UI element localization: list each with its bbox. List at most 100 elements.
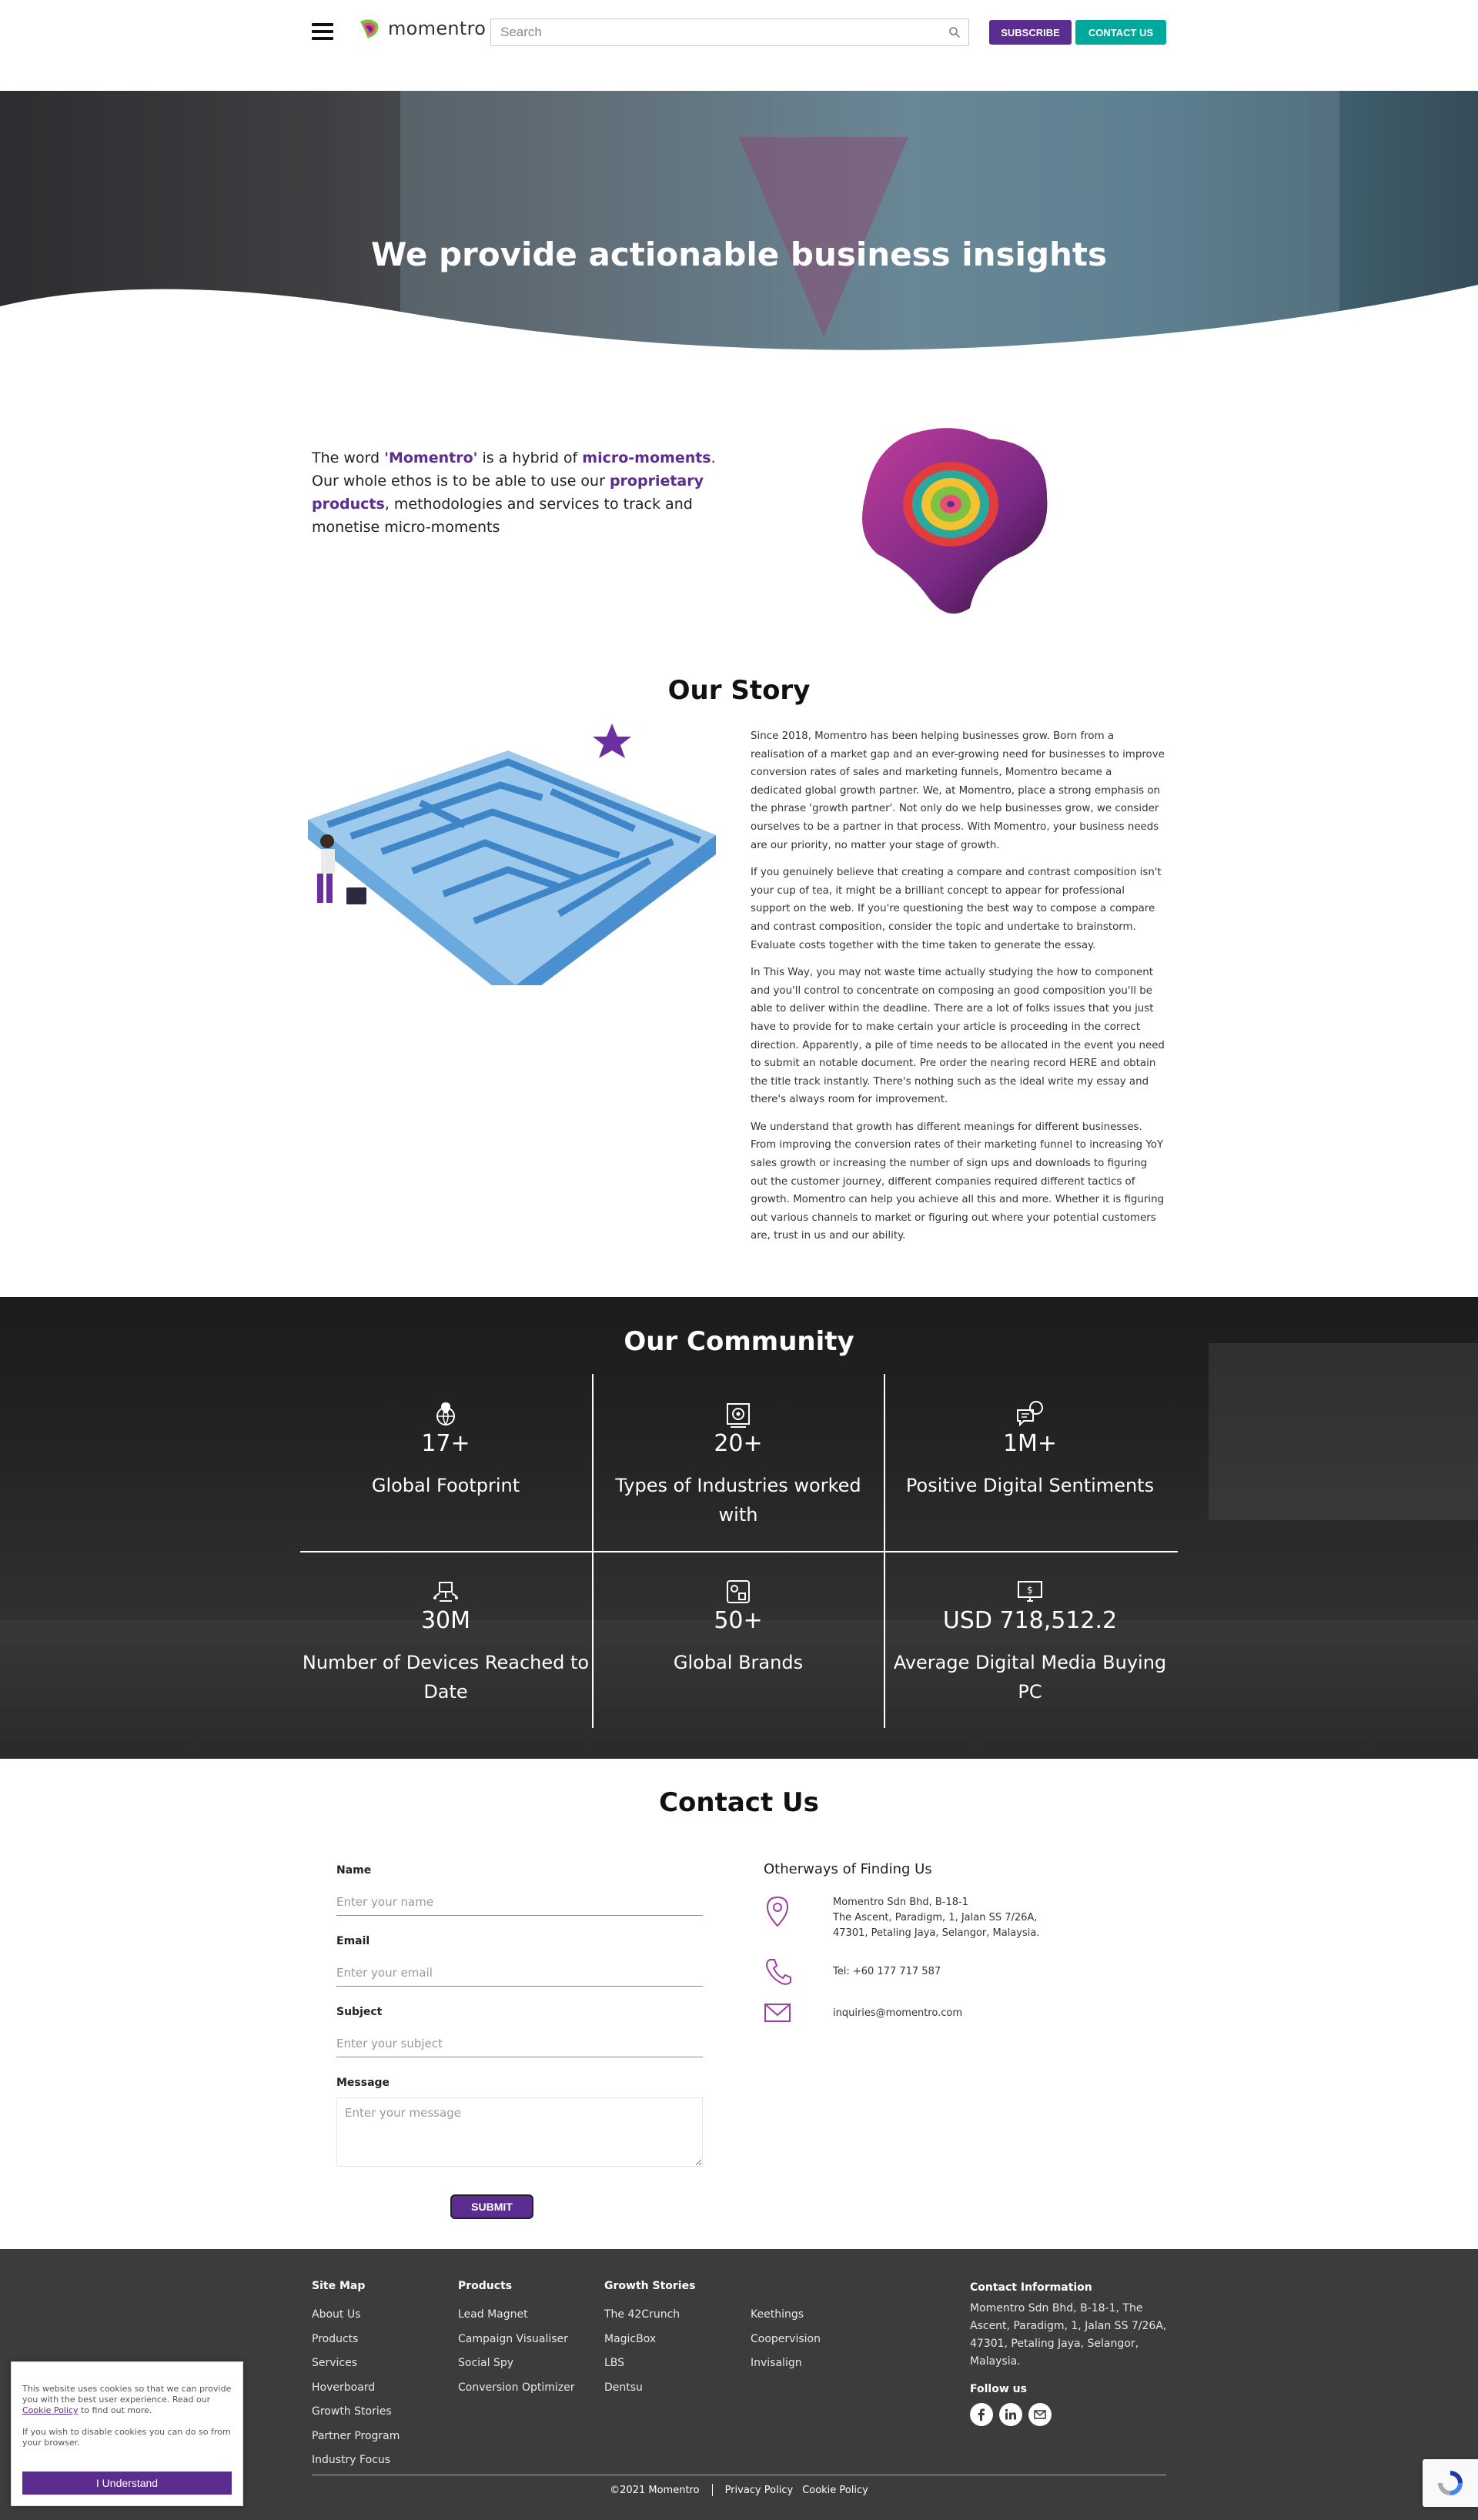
recaptcha-icon bbox=[1438, 2471, 1463, 2495]
devices-icon bbox=[433, 1582, 458, 1602]
search-bar bbox=[490, 18, 969, 46]
intro-text: The word 'Momentro' is a hybrid of micro… bbox=[312, 450, 716, 536]
footer-link-lbs[interactable]: LBS bbox=[604, 2351, 695, 2376]
address-text: Momentro Sdn Bhd, B-18-1 The Ascent, Par… bbox=[833, 1897, 1040, 1939]
email-row: inquiries@momentro.com bbox=[764, 1995, 962, 2029]
grid-divider bbox=[300, 1551, 1178, 1552]
community-section: Our Community 17+ Global Footprint 20+ T… bbox=[0, 1297, 1478, 1759]
momentro-highlight: 'Momentro' bbox=[384, 450, 478, 466]
footer-heading: Site Map bbox=[312, 2280, 366, 2292]
email-field[interactable] bbox=[336, 1959, 703, 1987]
recaptcha-badge[interactable] bbox=[1423, 2459, 1478, 2507]
contact-us-button[interactable]: CONTACT US bbox=[1075, 20, 1166, 45]
footer-link-conversion-optimizer[interactable]: Conversion Optimizer bbox=[458, 2376, 574, 2401]
message-label: Message bbox=[336, 2077, 390, 2089]
submit-button[interactable]: SUBMIT bbox=[450, 2194, 533, 2219]
industry-gear-icon bbox=[727, 1403, 750, 1428]
footer-link-products[interactable]: Products bbox=[312, 2328, 400, 2352]
footer-link-about-us[interactable]: About Us bbox=[312, 2303, 400, 2328]
cookie-disable-text: If you wish to disable cookies you can d… bbox=[22, 2427, 231, 2448]
micro-moments-highlight: micro-moments bbox=[582, 450, 711, 466]
momentro-logo-icon bbox=[360, 19, 379, 38]
cookie-notice: This website uses cookies so that we can… bbox=[11, 2361, 243, 2506]
hero-wave-divider bbox=[0, 285, 1478, 393]
hero-banner: We provide actionable business insights bbox=[0, 91, 1478, 393]
envelope-icon bbox=[764, 2004, 791, 2022]
brands-icon bbox=[727, 1580, 750, 1603]
stat-devices: 30M Number of Devices Reached to Date bbox=[301, 1578, 590, 1706]
stat-value: USD 718,512.2 bbox=[942, 1607, 1118, 1634]
footer-link-magicbox[interactable]: MagicBox bbox=[604, 2328, 695, 2352]
footer-link-hoverboard[interactable]: Hoverboard bbox=[312, 2376, 400, 2401]
footer-link-42crunch[interactable]: The 42Crunch bbox=[604, 2303, 695, 2328]
cookie-policy-inline-link[interactable]: Cookie Policy bbox=[22, 2405, 78, 2415]
social-links bbox=[970, 2403, 1170, 2426]
search-input[interactable] bbox=[491, 19, 922, 45]
story-paragraph: If you genuinely believe that creating a… bbox=[751, 867, 1162, 951]
footer-link-partner-program[interactable]: Partner Program bbox=[312, 2425, 400, 2449]
logo-text: momentro bbox=[388, 18, 487, 39]
footer-heading: Follow us bbox=[970, 2383, 1027, 2395]
stat-industries: 20+ Types of Industries worked with bbox=[594, 1401, 883, 1529]
footer-growth-stories-more: Keethings Coopervision Invisalign bbox=[751, 2280, 821, 2376]
svg-text:$: $ bbox=[1027, 1585, 1033, 1596]
stat-value: 17+ bbox=[421, 1430, 470, 1457]
story-paragraph: In This Way, you may not waste time actu… bbox=[751, 967, 1165, 1106]
name-label: Name bbox=[336, 1864, 372, 1877]
phone-text[interactable]: Tel: +60 177 717 587 bbox=[833, 1955, 941, 1980]
footer-contact-info: Contact Information Momentro Sdn Bhd, B-… bbox=[970, 2280, 1170, 2426]
stat-value: 50+ bbox=[714, 1607, 763, 1634]
stat-label: Number of Devices Reached to Date bbox=[302, 1652, 590, 1703]
other-ways-title: Otherways of Finding Us bbox=[764, 1861, 932, 1877]
search-icon[interactable] bbox=[948, 26, 961, 38]
footer-link-coopervision[interactable]: Coopervision bbox=[751, 2328, 821, 2352]
our-story-title: Our Story bbox=[667, 675, 811, 706]
subject-field[interactable] bbox=[336, 2030, 703, 2057]
email-social-icon[interactable] bbox=[1028, 2403, 1052, 2426]
globe-pin-icon bbox=[436, 1402, 455, 1426]
logo[interactable]: momentro bbox=[357, 17, 486, 40]
footer-link-services[interactable]: Services bbox=[312, 2351, 400, 2376]
footer-link-invisalign[interactable]: Invisalign bbox=[751, 2351, 821, 2376]
menu-icon[interactable] bbox=[312, 23, 333, 40]
footer-link-dentsu[interactable]: Dentsu bbox=[604, 2376, 695, 2401]
chat-bubbles-icon bbox=[1017, 1401, 1043, 1427]
stat-value: 20+ bbox=[714, 1430, 763, 1457]
footer-link-industry-focus[interactable]: Industry Focus bbox=[312, 2448, 400, 2473]
footer-link-social-spy[interactable]: Social Spy bbox=[458, 2351, 574, 2376]
our-story-text: Since 2018, Momentro has been helping bu… bbox=[751, 727, 1166, 1255]
footer-link-growth-stories[interactable]: Growth Stories bbox=[312, 2400, 400, 2425]
our-community-title: Our Community bbox=[624, 1326, 854, 1357]
stat-label: Global Brands bbox=[673, 1652, 804, 1673]
footer-link-lead-magnet[interactable]: Lead Magnet bbox=[458, 2303, 574, 2328]
stat-label: Positive Digital Sentiments bbox=[905, 1475, 1155, 1496]
cookie-text: This website uses cookies so that we can… bbox=[22, 2384, 232, 2415]
footer-address: Momentro Sdn Bhd, B-18-1, The Ascent, Pa… bbox=[970, 2302, 1167, 2368]
location-pin-icon bbox=[766, 1896, 789, 1927]
stat-value: 30M bbox=[420, 1607, 471, 1634]
hero-title: We provide actionable business insights bbox=[371, 236, 1107, 273]
message-field[interactable] bbox=[336, 2097, 703, 2167]
footer-link-campaign-visualiser[interactable]: Campaign Visualiser bbox=[458, 2328, 574, 2352]
privacy-policy-link[interactable]: Privacy Policy bbox=[721, 2485, 798, 2496]
email-label: Email bbox=[336, 1935, 370, 1947]
facebook-icon[interactable] bbox=[970, 2403, 993, 2426]
cookie-policy-link[interactable]: Cookie Policy bbox=[798, 2485, 873, 2496]
site-header: momentro SUBSCRIBE CONTACT US bbox=[0, 0, 1478, 91]
story-paragraph: Since 2018, Momentro has been helping bu… bbox=[751, 730, 1165, 851]
cookie-accept-button[interactable]: I Understand bbox=[22, 2472, 232, 2495]
footer-growth-stories: Growth Stories The 42Crunch MagicBox LBS… bbox=[604, 2280, 695, 2400]
stat-label: Global Footprint bbox=[371, 1475, 520, 1496]
story-paragraph: We understand that growth has different … bbox=[751, 1121, 1165, 1242]
stat-sentiments: 1M+ Positive Digital Sentiments bbox=[885, 1401, 1175, 1500]
linkedin-icon[interactable] bbox=[999, 2403, 1022, 2426]
money-monitor-icon: $ bbox=[1018, 1581, 1042, 1602]
footer-products: Products Lead Magnet Campaign Visualiser… bbox=[458, 2280, 574, 2400]
address-row: Momentro Sdn Bhd, B-18-1 The Ascent, Par… bbox=[764, 1895, 1039, 1941]
subject-label: Subject bbox=[336, 2006, 383, 2018]
footer-link-keethings[interactable]: Keethings bbox=[751, 2303, 821, 2328]
footer-heading: Growth Stories bbox=[604, 2280, 696, 2292]
subscribe-button[interactable]: SUBSCRIBE bbox=[989, 20, 1072, 45]
email-text[interactable]: inquiries@momentro.com bbox=[833, 1995, 962, 2021]
name-field[interactable] bbox=[336, 1888, 703, 1916]
